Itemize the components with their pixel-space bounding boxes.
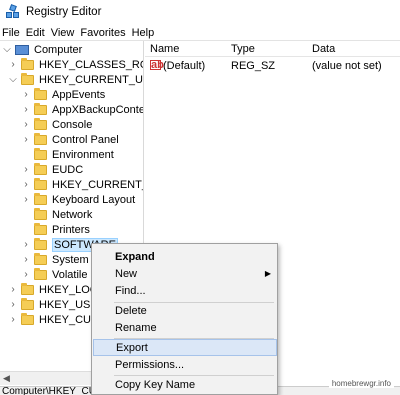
- chevron-down-icon[interactable]: ⌵: [2, 44, 12, 55]
- tree-item[interactable]: Network: [21, 207, 92, 222]
- folder-icon: [34, 102, 47, 115]
- chevron-right-icon[interactable]: ›: [21, 104, 31, 115]
- title-bar: Registry Editor: [0, 0, 400, 24]
- list-header: Name Type Data: [145, 41, 400, 57]
- chevron-right-icon[interactable]: ›: [8, 299, 18, 310]
- folder-icon: [21, 312, 34, 325]
- chevron-right-icon[interactable]: ›: [21, 134, 31, 145]
- tree-item-computer[interactable]: ⌵ Computer: [2, 42, 82, 57]
- menu-item-expand[interactable]: Expand: [93, 248, 277, 265]
- folder-icon: [34, 237, 47, 250]
- menu-item-new[interactable]: New ▶: [93, 265, 277, 282]
- folder-icon: [21, 282, 34, 295]
- string-value-icon: ab: [150, 59, 164, 71]
- chevron-right-icon[interactable]: ›: [21, 239, 31, 250]
- tree-item[interactable]: › HKEY_CURRENT_USER: [21, 177, 143, 192]
- menu-item-copy-key-name[interactable]: Copy Key Name: [93, 376, 277, 393]
- tree-item[interactable]: › Console: [21, 117, 92, 132]
- column-header-data[interactable]: Data: [312, 43, 335, 55]
- watermark: homebrewgr.info: [328, 379, 394, 388]
- tree-item[interactable]: Printers: [21, 222, 90, 237]
- column-header-type[interactable]: Type: [231, 43, 255, 55]
- value-data: (value not set): [312, 60, 382, 72]
- menu-item-export[interactable]: Export: [93, 339, 277, 356]
- folder-icon: [34, 207, 47, 220]
- menu-item-rename[interactable]: Rename: [93, 319, 277, 336]
- context-menu: Expand New ▶ Find... Delete Rename Expor…: [91, 243, 278, 395]
- registry-editor-icon: [6, 4, 20, 19]
- menu-bar: File Edit View Favorites Help: [0, 24, 400, 41]
- value-name: (Default): [163, 60, 206, 72]
- chevron-down-icon[interactable]: ⌵: [8, 74, 18, 85]
- chevron-right-icon[interactable]: ›: [8, 284, 18, 295]
- menu-item-delete[interactable]: Delete: [93, 302, 277, 319]
- column-header-name[interactable]: Name: [150, 43, 179, 55]
- menu-view[interactable]: View: [51, 27, 75, 39]
- folder-icon: [34, 192, 47, 205]
- tree-item[interactable]: ⌵ HKEY_CURRENT_USER: [8, 72, 143, 87]
- chevron-right-icon[interactable]: ›: [8, 314, 18, 325]
- chevron-right-icon[interactable]: ›: [21, 89, 31, 100]
- tree-item[interactable]: › AppEvents: [21, 87, 105, 102]
- chevron-right-icon[interactable]: ›: [21, 194, 31, 205]
- folder-icon: [21, 72, 34, 85]
- chevron-right-icon[interactable]: ›: [21, 254, 31, 265]
- folder-icon: [34, 162, 47, 175]
- menu-item-permissions[interactable]: Permissions...: [93, 356, 277, 373]
- chevron-right-icon[interactable]: ›: [21, 179, 31, 190]
- folder-icon: [34, 132, 47, 145]
- tree-item[interactable]: › AppXBackupContentT: [21, 102, 143, 117]
- folder-icon: [21, 57, 34, 70]
- tree-item[interactable]: › System: [21, 252, 89, 267]
- tree-item[interactable]: › HKEY_CLASSES_ROOT: [8, 57, 143, 72]
- folder-icon: [34, 222, 47, 235]
- menu-edit[interactable]: Edit: [26, 27, 45, 39]
- menu-item-find[interactable]: Find...: [93, 282, 277, 299]
- tree-item[interactable]: › EUDC: [21, 162, 83, 177]
- chevron-right-icon[interactable]: ›: [8, 59, 18, 70]
- chevron-right-icon[interactable]: ›: [21, 119, 31, 130]
- chevron-right-icon[interactable]: ›: [21, 269, 31, 280]
- value-type: REG_SZ: [231, 60, 276, 72]
- folder-icon: [34, 147, 47, 160]
- folder-icon: [34, 117, 47, 130]
- folder-icon: [34, 267, 47, 280]
- menu-help[interactable]: Help: [132, 27, 155, 39]
- scroll-left-icon[interactable]: ◀: [3, 373, 10, 384]
- menu-file[interactable]: File: [2, 27, 20, 39]
- window-title: Registry Editor: [26, 6, 102, 18]
- folder-icon: [34, 177, 47, 190]
- tree-item[interactable]: › Keyboard Layout: [21, 192, 135, 207]
- chevron-right-icon[interactable]: ›: [21, 164, 31, 175]
- folder-icon: [34, 252, 47, 265]
- submenu-arrow-icon: ▶: [264, 269, 271, 278]
- tree-item[interactable]: Environment: [21, 147, 114, 162]
- list-row[interactable]: ab (Default) REG_SZ (value not set): [145, 58, 400, 74]
- menu-favorites[interactable]: Favorites: [80, 27, 125, 39]
- computer-icon: [15, 44, 29, 55]
- folder-icon: [21, 297, 34, 310]
- tree-item[interactable]: › Control Panel: [21, 132, 119, 147]
- folder-icon: [34, 87, 47, 100]
